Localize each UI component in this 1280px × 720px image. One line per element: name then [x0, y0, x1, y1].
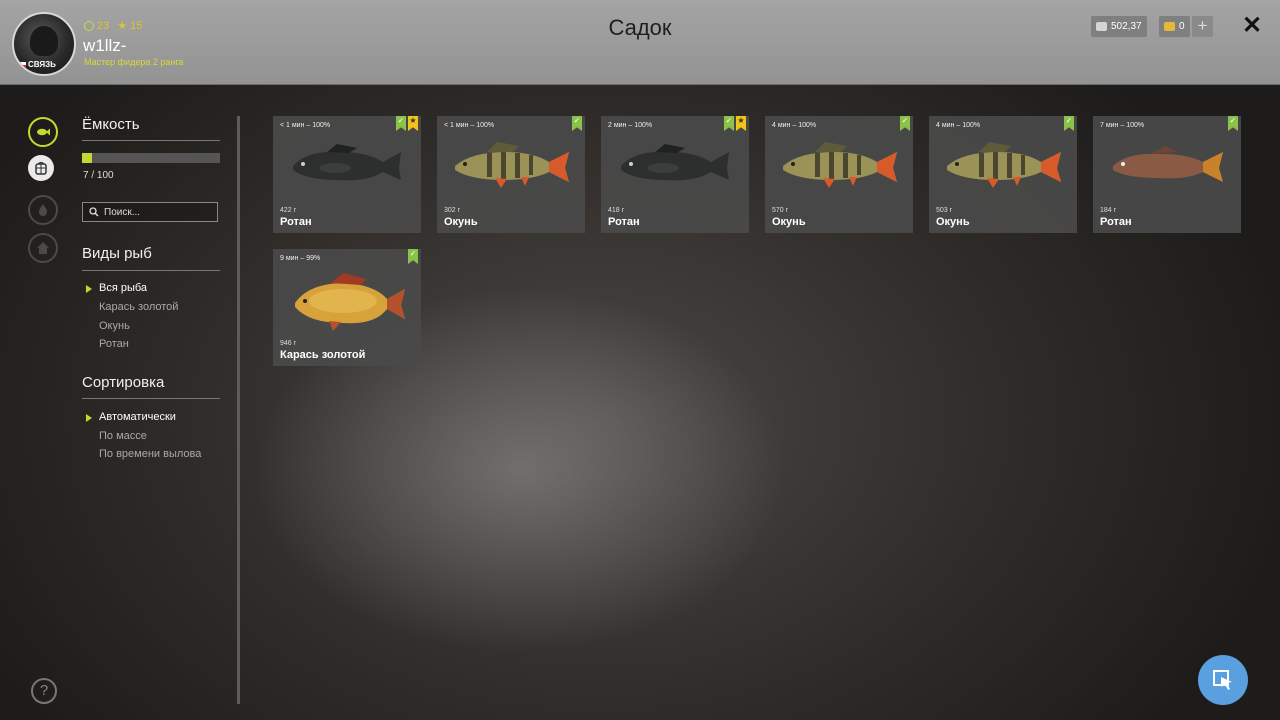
badges: ✓ [900, 116, 910, 131]
species-title: Виды рыб [82, 245, 152, 262]
catch-time: < 1 мин – 100% [444, 122, 495, 129]
fish-name: Карась золотой [280, 349, 366, 361]
gold-amount: 0 [1179, 21, 1185, 32]
fish-card[interactable]: 4 мин – 100% ✓ 570 г Окунь [765, 116, 913, 233]
nav-fire-icon[interactable] [28, 195, 58, 225]
fish-image [1113, 146, 1223, 182]
fish-mass: 503 г [936, 207, 953, 214]
capacity-bar-fill [82, 153, 92, 163]
gold-balance: 0 [1159, 16, 1190, 37]
fish-card[interactable]: < 1 мин – 100% ✓ ★ 422 г Ротан [273, 116, 421, 233]
capacity-title: Ёмкость [82, 116, 140, 133]
badges: ✓ [572, 116, 582, 131]
catch-time: 7 мин – 100% [1100, 122, 1145, 129]
badges: ✓ [408, 249, 418, 264]
species-option[interactable]: Ротан [99, 338, 129, 350]
badges: ✓ ★ [396, 116, 418, 131]
add-gold-button[interactable]: + [1192, 16, 1213, 37]
fish-name: Окунь [444, 216, 478, 228]
search-field[interactable] [82, 202, 218, 222]
fish-image [621, 144, 729, 181]
species-option[interactable]: Вся рыба [85, 282, 147, 294]
star-icon: ★ [408, 116, 418, 131]
sort-option[interactable]: По времени вылова [99, 448, 201, 460]
fish-name: Ротан [280, 216, 312, 228]
checkmark-icon: ✓ [1064, 116, 1074, 131]
nav-keepnet-icon[interactable] [28, 155, 54, 181]
nav-fish-icon[interactable] [28, 117, 58, 147]
player-rank: Мастер фидера 2 ранга [84, 57, 184, 67]
catch-time: 4 мин – 100% [772, 122, 817, 129]
fish-mass: 422 г [280, 207, 297, 214]
divider [82, 398, 220, 399]
fish-image [295, 273, 405, 331]
divider [82, 140, 220, 141]
fish-mass: 302 г [444, 207, 461, 214]
close-button[interactable]: ✕ [1240, 14, 1264, 38]
checkmark-icon: ✓ [396, 116, 406, 131]
catch-time: < 1 мин – 100% [280, 122, 331, 129]
capacity-bar [82, 153, 220, 163]
cursor-icon [1213, 670, 1232, 690]
avatar-tag: СВЯЗЬ [28, 60, 56, 69]
fish-card[interactable]: 2 мин – 100% ✓ ★ 418 г Ротан [601, 116, 749, 233]
fish-card[interactable]: 9 мин – 99% ✓ 946 г Карась золотой [273, 249, 421, 366]
sort-option[interactable]: Автоматически [86, 411, 176, 423]
species-option[interactable]: Карась золотой [99, 301, 178, 313]
catch-time: 2 мин – 100% [608, 122, 653, 129]
badges: ✓ [1064, 116, 1074, 131]
checkmark-icon: ✓ [408, 249, 418, 264]
fish-mass: 570 г [772, 207, 789, 214]
badges: ✓ [1228, 116, 1238, 131]
page-title: Садок [608, 15, 672, 40]
flag-icon [16, 62, 26, 68]
fish-name: Окунь [772, 216, 806, 228]
fish-mass: 946 г [280, 340, 297, 347]
panel-divider [237, 116, 240, 704]
gold-coin-icon [1164, 22, 1175, 31]
silver-amount: 502,37 [1111, 21, 1142, 32]
catch-time: 4 мин – 100% [936, 122, 981, 129]
silver-coin-icon [1096, 22, 1107, 31]
help-button[interactable]: ? [31, 678, 57, 704]
fish-image [293, 144, 401, 181]
fish-image [455, 142, 569, 188]
fish-name: Ротан [608, 216, 640, 228]
nav-home-icon[interactable] [28, 233, 58, 263]
cursor-mode-button[interactable] [1198, 655, 1248, 705]
fish-name: Ротан [1100, 216, 1132, 228]
search-icon [89, 207, 99, 217]
search-input[interactable] [104, 206, 204, 218]
fish-mass: 184 г [1100, 207, 1117, 214]
fish-card[interactable]: 7 мин – 100% ✓ 184 г Ротан [1093, 116, 1241, 233]
fish-card[interactable]: < 1 мин – 100% ✓ 302 г Окунь [437, 116, 585, 233]
fish-image [947, 142, 1061, 188]
badges: ✓ ★ [724, 116, 746, 131]
checkmark-icon: ✓ [572, 116, 582, 131]
divider [82, 270, 220, 271]
catch-time: 9 мин – 99% [280, 255, 321, 262]
top-bar: СВЯЗЬ 23 ★ 15 w1llz- Мастер фидера 2 ранг… [0, 0, 1280, 85]
checkmark-icon: ✓ [900, 116, 910, 131]
capacity-label: 7 / 100 [83, 170, 114, 181]
fish-name: Окунь [936, 216, 970, 228]
checkmark-icon: ✓ [724, 116, 734, 131]
species-option[interactable]: Окунь [99, 320, 130, 332]
sort-option[interactable]: По массе [99, 430, 147, 442]
fish-card[interactable]: 4 мин – 100% ✓ 503 г Окунь [929, 116, 1077, 233]
checkmark-icon: ✓ [1228, 116, 1238, 131]
silver-balance: 502,37 [1091, 16, 1147, 37]
star-icon: ★ [736, 116, 746, 131]
sort-title: Сортировка [82, 374, 165, 391]
fish-mass: 418 г [608, 207, 625, 214]
fish-image [783, 142, 897, 188]
